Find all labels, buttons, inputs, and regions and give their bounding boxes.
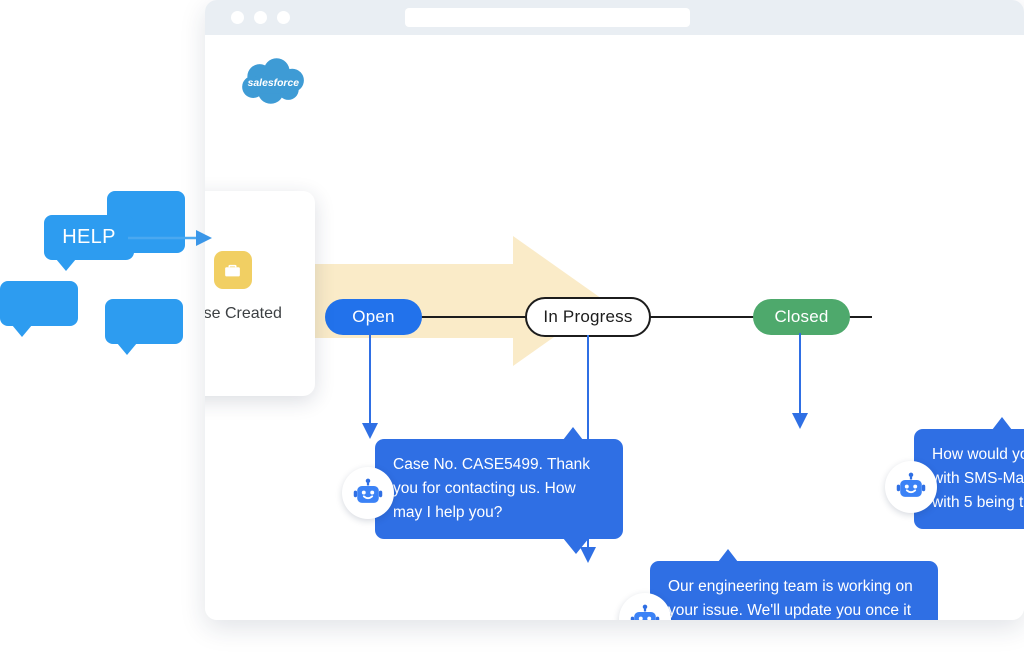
browser-viewport: salesforce Open In Progress Closed Case …	[205, 35, 1024, 620]
svg-text:salesforce: salesforce	[248, 78, 300, 89]
status-pill-open[interactable]: Open	[325, 299, 422, 335]
help-bubble-label: HELP	[62, 226, 116, 248]
case-created-label: Case Created	[205, 305, 282, 322]
briefcase-icon	[213, 251, 252, 289]
browser-window: salesforce Open In Progress Closed Case …	[205, 0, 1024, 620]
bubble-tail-up	[718, 549, 738, 562]
chat-bubble-text: Case No. CASE5499. Thank you for contact…	[393, 456, 591, 522]
browser-title-bar	[205, 0, 1024, 35]
bubble-tail-down	[563, 538, 589, 555]
bot-avatar-icon	[342, 467, 394, 519]
window-controls	[231, 11, 290, 24]
chat-bubble: Our engineering team is working on your …	[650, 549, 938, 620]
bubble-tail	[12, 325, 32, 337]
salesforce-cloud-logo: salesforce	[235, 57, 313, 109]
bot-avatar-icon	[885, 461, 937, 513]
help-chat-bubble: HELP	[44, 215, 134, 271]
window-close-dot[interactable]	[231, 11, 244, 24]
connector-open-to-message	[361, 333, 379, 439]
illustration-stage: salesforce Open In Progress Closed Case …	[0, 0, 1024, 654]
chat-bubble: Case No. CASE5499. Thank you for contact…	[375, 427, 623, 555]
chat-bubble-text: Our engineering team is working on your …	[668, 578, 913, 620]
decorative-chat-bubble-3	[105, 299, 183, 355]
window-maximize-dot[interactable]	[277, 11, 290, 24]
status-pill-closed[interactable]: Closed	[753, 299, 850, 335]
status-pill-in-progress[interactable]: In Progress	[525, 297, 651, 337]
connector-closed-to-message	[791, 333, 809, 429]
bubble-tail-up	[992, 417, 1012, 430]
address-bar-input[interactable]	[405, 8, 690, 27]
bubble-tail	[117, 343, 137, 355]
chat-message-closed: How would you rate your experience with …	[885, 417, 1024, 530]
chat-bubble-text: How would you rate your experience with …	[932, 446, 1024, 512]
window-minimize-dot[interactable]	[254, 11, 267, 24]
chat-message-open: Case No. CASE5499. Thank you for contact…	[342, 427, 623, 555]
help-to-case-connector	[128, 228, 212, 248]
chat-message-in-progress: Our engineering team is working on your …	[619, 549, 938, 620]
decorative-chat-bubble-2	[0, 281, 78, 337]
case-created-card[interactable]: Case Created	[205, 191, 315, 396]
bubble-tail-up	[563, 427, 583, 440]
bubble-tail	[56, 259, 76, 271]
